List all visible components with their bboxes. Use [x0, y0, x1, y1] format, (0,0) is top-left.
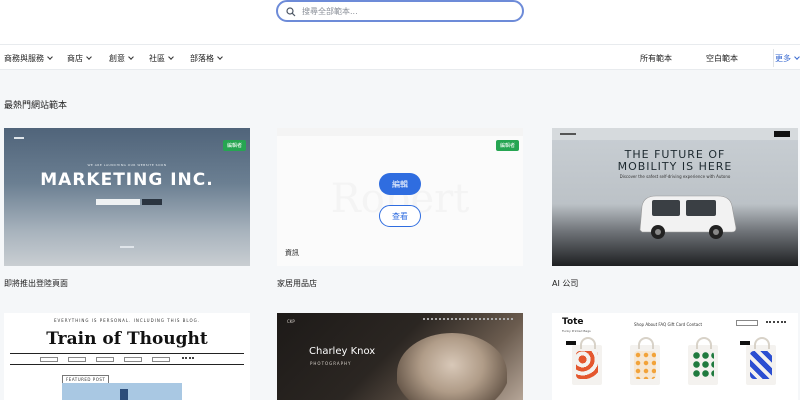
- edit-button[interactable]: 編輯: [379, 173, 421, 195]
- view-button[interactable]: 查看: [379, 205, 421, 227]
- preview-product: [746, 337, 776, 385]
- preview-cta-button: [774, 131, 790, 137]
- nav-item-label: 社區: [149, 54, 165, 63]
- top-bar: [0, 0, 800, 44]
- blank-templates-link[interactable]: 空白範本: [706, 53, 738, 64]
- nav-item-label: 商務與服務: [4, 54, 44, 63]
- template-caption[interactable]: 家居用品店: [277, 278, 317, 289]
- preview-brand: Tote: [562, 317, 584, 327]
- preview-logo: [14, 137, 24, 139]
- preview-title: Train of Thought: [46, 329, 208, 349]
- template-caption[interactable]: AI 公司: [552, 278, 578, 289]
- nav-item-store[interactable]: 商店: [67, 53, 92, 64]
- more-label: 更多: [775, 54, 791, 63]
- editor-badge: 編輯者: [222, 140, 246, 151]
- preview-cart-icons: [766, 321, 786, 325]
- template-caption[interactable]: 即將推出登陸頁面: [4, 278, 68, 289]
- car-illustration: [639, 195, 737, 239]
- preview-subscribe-button: [142, 199, 162, 205]
- nav-item-label: 商店: [67, 54, 83, 63]
- section-title: 最熱門網站範本: [4, 101, 68, 111]
- preview-product: [688, 337, 718, 385]
- preview-email-field: [96, 199, 140, 205]
- preview-product: [630, 337, 660, 385]
- search-input[interactable]: [302, 6, 502, 16]
- nav-item-blog[interactable]: 部落格: [190, 53, 223, 64]
- preview-logo: CKP: [287, 319, 295, 324]
- preview-header: [552, 128, 798, 140]
- chevron-down-icon: [47, 54, 53, 60]
- preview-logo: [560, 133, 576, 135]
- more-menu[interactable]: 更多: [775, 53, 800, 64]
- preview-image: [62, 383, 182, 400]
- preview-subtitle: WE ARE LAUNCHING OUR WEBSITE SOON: [87, 163, 167, 167]
- chevron-down-icon: [86, 54, 92, 60]
- template-card-photographer[interactable]: CKP Charley Knox PHOTOGRAPHY: [277, 313, 523, 400]
- preview-menu: [423, 318, 513, 320]
- nav-item-label: 創意: [109, 54, 125, 63]
- nav-item-label: 部落格: [190, 54, 214, 63]
- preview-title: Charley Knox: [309, 346, 376, 357]
- info-link[interactable]: 資訊: [285, 248, 299, 258]
- preview-product: [572, 337, 602, 385]
- preview-subtitle: Discover the safest self-driving experie…: [619, 174, 731, 179]
- preview-title: MARKETING INC.: [40, 170, 214, 190]
- preview-menu: [10, 353, 244, 365]
- template-card-ai-company[interactable]: THE FUTURE OF MOBILITY IS HERE Discover …: [552, 128, 798, 266]
- preview-portrait: [397, 333, 507, 400]
- category-nav: 商務與服務 商店 創意 社區 部落格 所有範本 空白範本 更多: [0, 44, 800, 70]
- preview-search: [736, 320, 758, 326]
- nav-item-creative[interactable]: 創意: [109, 53, 134, 64]
- preview-tagline: EVERYTHING IS PERSONAL. INCLUDING THIS B…: [54, 318, 200, 323]
- nav-divider: [773, 49, 774, 67]
- template-card-coming-soon[interactable]: WE ARE LAUNCHING OUR WEBSITE SOON MARKET…: [4, 128, 250, 266]
- preview-tagline: Funky Printed Bags: [562, 329, 591, 333]
- preview-title-line2: MOBILITY IS HERE: [617, 160, 733, 173]
- preview-menu: Shop About FAQ Gift Card Contact: [634, 322, 703, 327]
- chevron-down-icon: [217, 54, 223, 60]
- template-card-home-store[interactable]: Robert 編輯 查看 資訊 編輯者: [277, 128, 523, 266]
- chevron-down-icon: [168, 54, 174, 60]
- all-templates-link[interactable]: 所有範本: [640, 53, 672, 64]
- nav-item-community[interactable]: 社區: [149, 53, 174, 64]
- nav-item-business[interactable]: 商務與服務: [4, 53, 53, 64]
- search-icon: [286, 2, 296, 21]
- template-card-blog[interactable]: EVERYTHING IS PERSONAL. INCLUDING THIS B…: [4, 313, 250, 400]
- chevron-down-icon: [128, 54, 134, 60]
- template-card-tote-store[interactable]: Tote Funky Printed Bags Shop About FAQ G…: [552, 313, 798, 400]
- hover-overlay: [277, 128, 523, 266]
- search-box[interactable]: [276, 0, 524, 22]
- preview-social-icons: [120, 246, 134, 248]
- preview-subtitle: PHOTOGRAPHY: [310, 361, 352, 366]
- chevron-down-icon: [794, 54, 800, 60]
- editor-badge: 編輯者: [495, 140, 519, 151]
